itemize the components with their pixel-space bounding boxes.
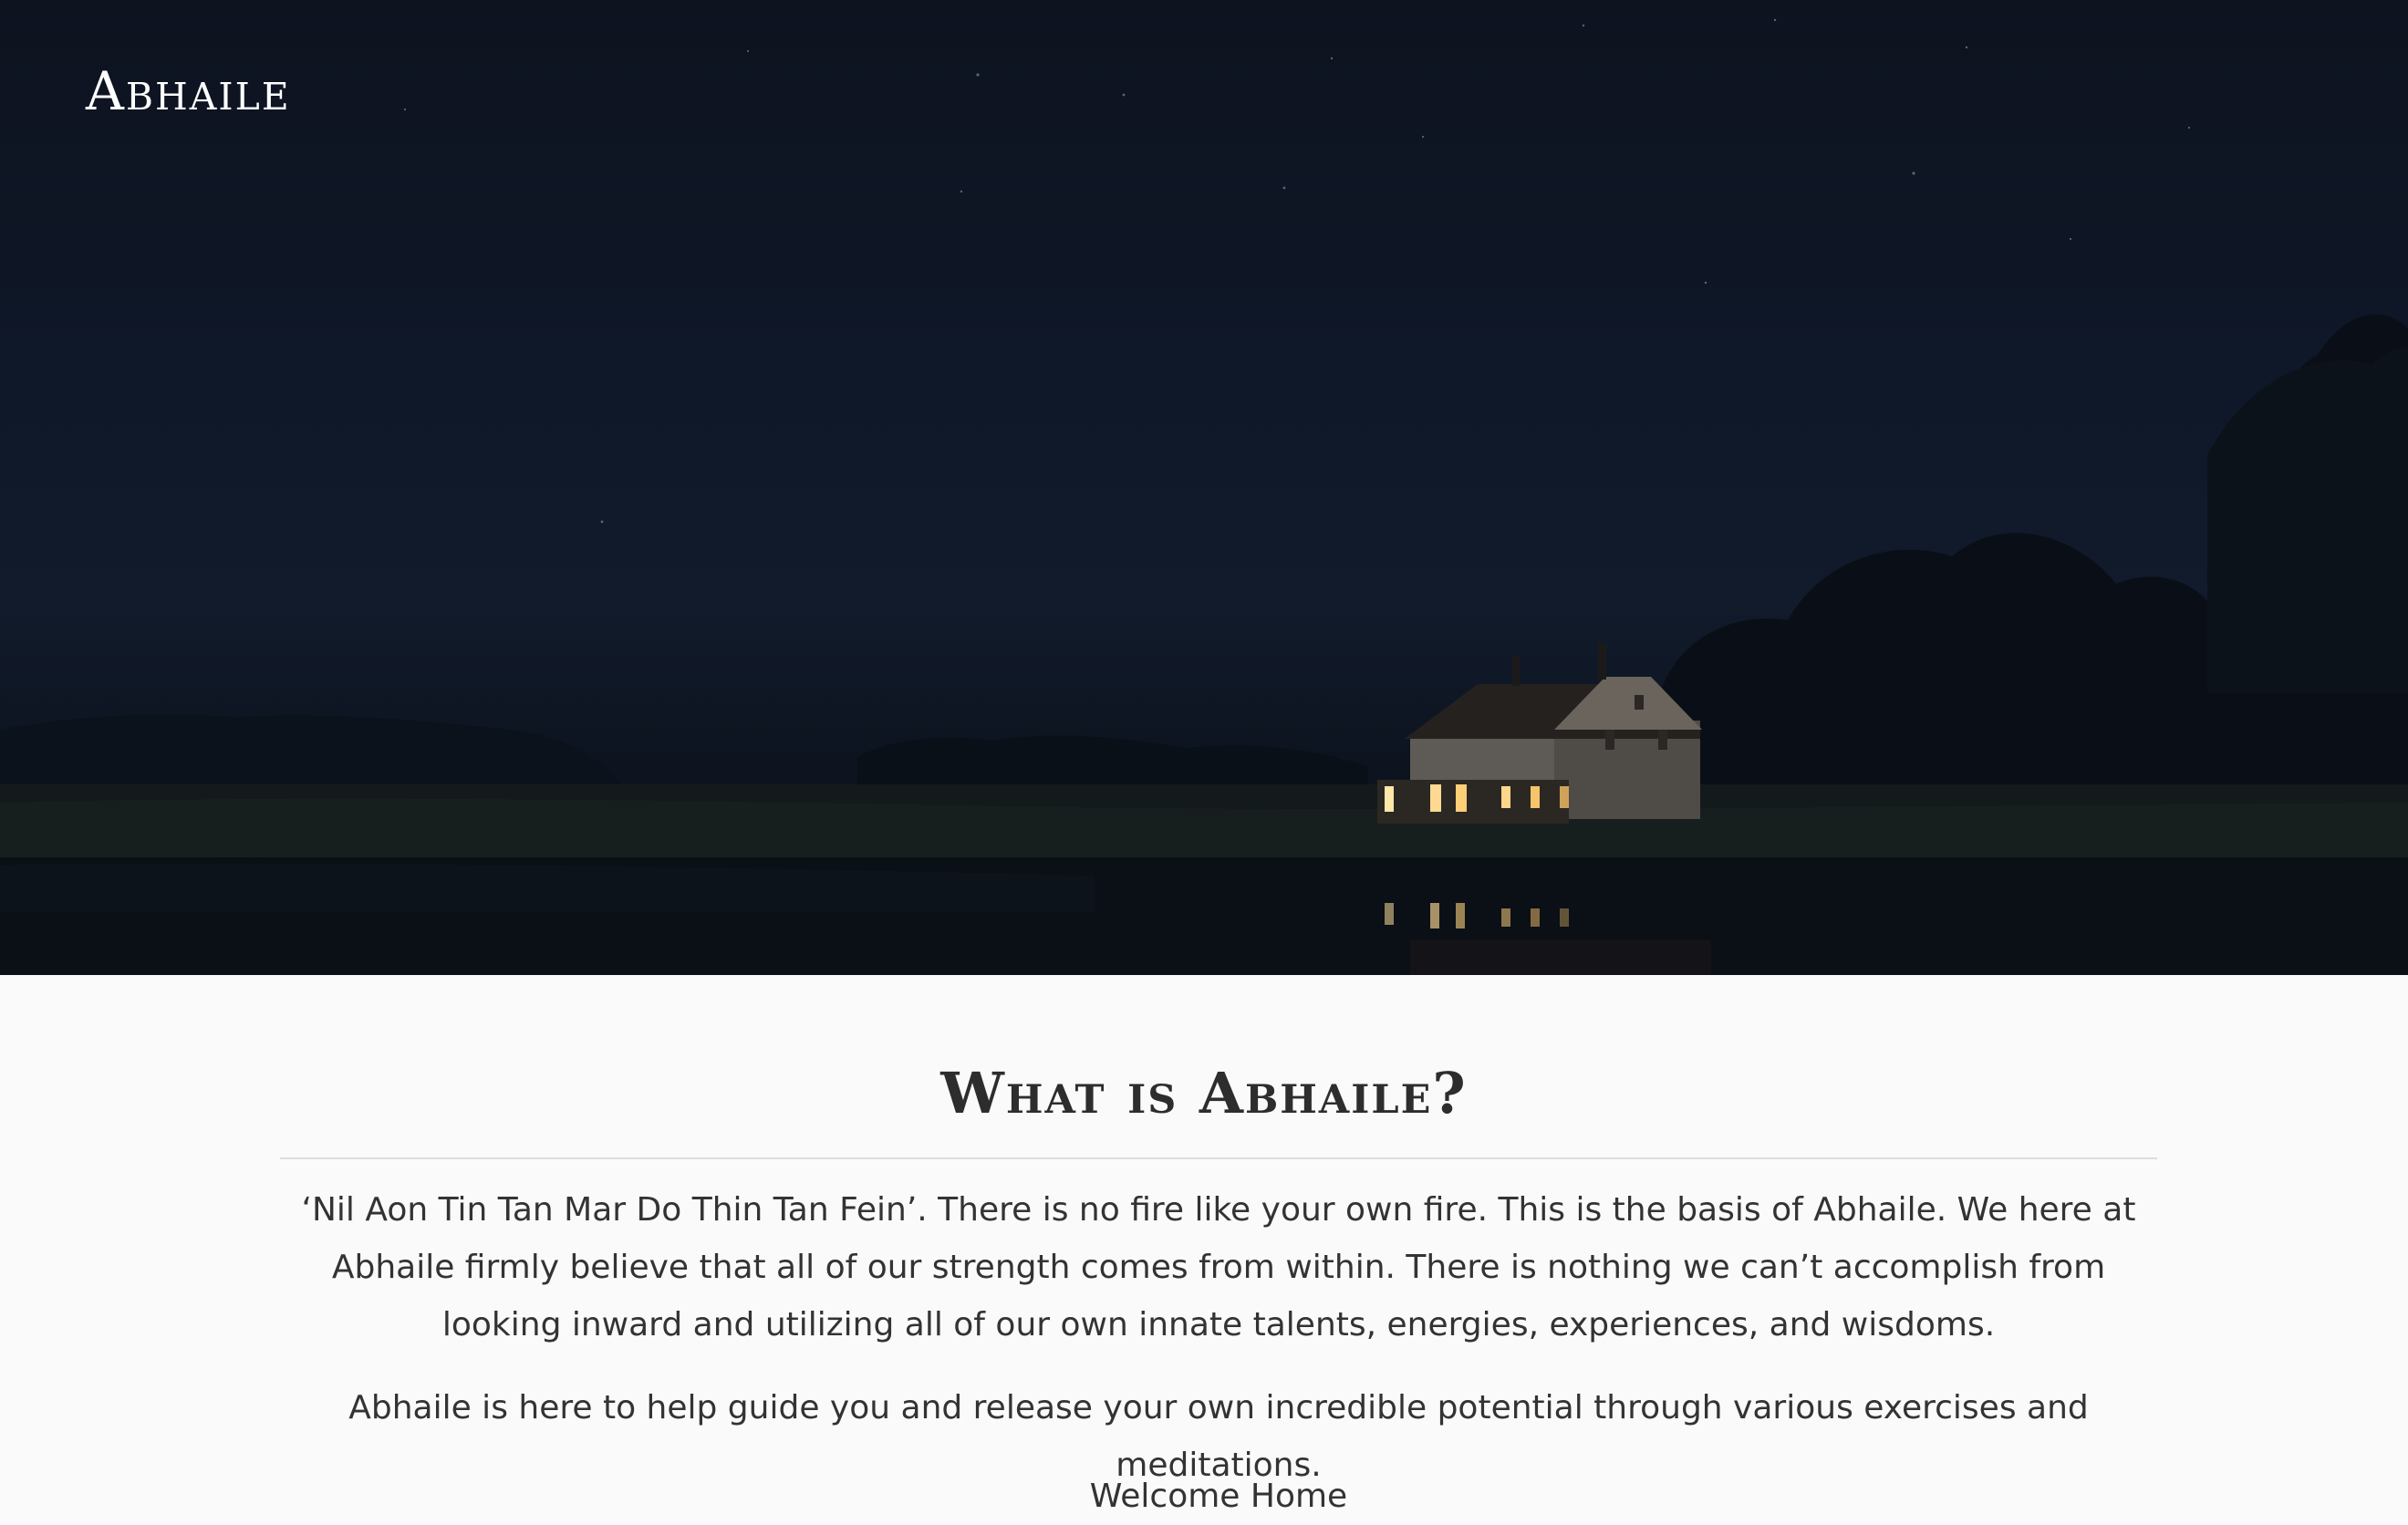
about-paragraph-1: ‘Nil Aon Tin Tan Mar Do Thin Tan Fein’. … <box>301 1191 2136 1343</box>
section-title: What is Abhaile? <box>940 1060 1468 1126</box>
hero-banner: Abhaile <box>0 0 2408 975</box>
site-logo[interactable]: Abhaile <box>86 55 291 128</box>
section-divider <box>280 1157 2157 1159</box>
about-section: What is Abhaile? ‘Nil Aon Tin Tan Mar Do… <box>0 975 2408 1515</box>
about-paragraph-3: Welcome Home <box>1089 1478 1348 1515</box>
hero-night-scene <box>0 18 2408 975</box>
